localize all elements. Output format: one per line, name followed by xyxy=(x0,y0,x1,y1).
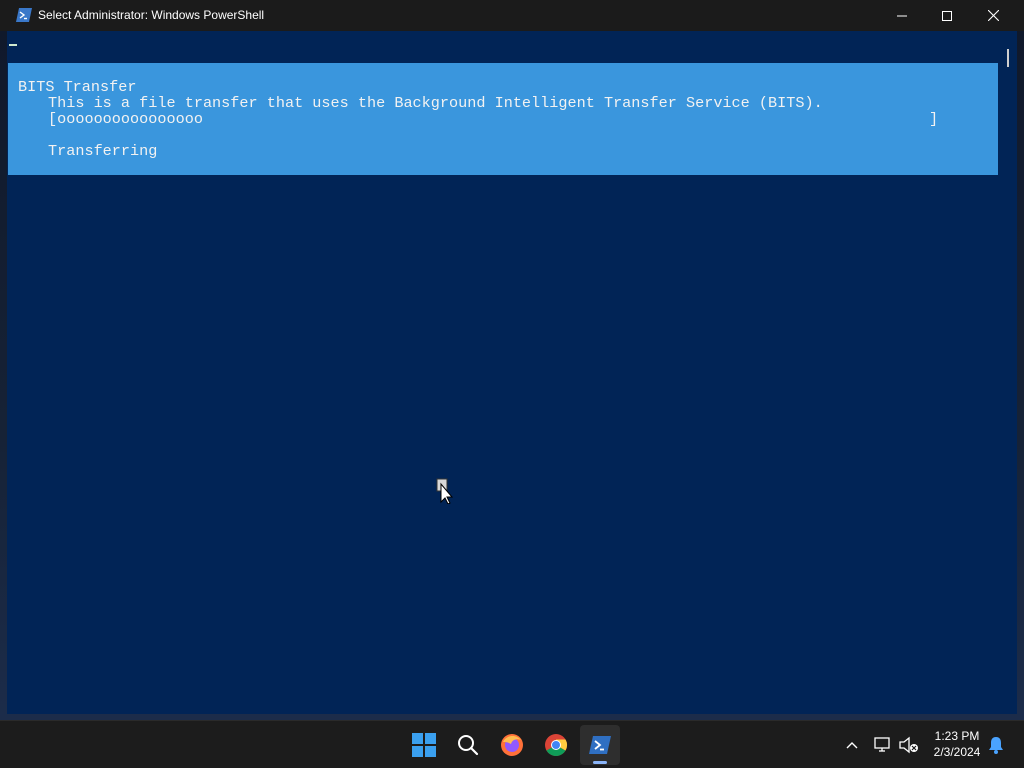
firefox-button[interactable] xyxy=(492,725,532,765)
progress-bar-text: [oooooooooooooooo xyxy=(48,110,203,128)
system-clock[interactable]: 1:23 PM 2/3/2024 xyxy=(924,728,990,760)
close-icon xyxy=(987,10,999,21)
bell-icon[interactable] xyxy=(986,735,1006,755)
search-button[interactable] xyxy=(448,725,488,765)
scrollbar-thumb[interactable] xyxy=(1007,49,1009,67)
network-icon[interactable] xyxy=(872,735,894,755)
search-icon xyxy=(458,735,479,756)
vertical-scrollbar[interactable] xyxy=(1003,31,1017,714)
mouse-pointer-icon xyxy=(436,478,454,504)
taskbar: 1:23 PM 2/3/2024 xyxy=(0,720,1024,768)
chrome-icon xyxy=(545,734,567,756)
chrome-button[interactable] xyxy=(536,725,576,765)
minimize-button[interactable] xyxy=(879,0,925,31)
progress-status: This is a file transfer that uses the Ba… xyxy=(48,94,823,112)
clock-date: 2/3/2024 xyxy=(933,745,981,759)
powershell-icon xyxy=(589,736,611,754)
active-app-indicator xyxy=(593,761,607,764)
console-area[interactable]: BITS Transfer This is a file transfer th… xyxy=(7,31,1001,714)
start-button[interactable] xyxy=(404,725,444,765)
progress-activity: BITS Transfer xyxy=(18,78,137,96)
progress-panel: BITS Transfer This is a file transfer th… xyxy=(8,63,998,175)
windows-logo-icon xyxy=(412,733,436,757)
powershell-icon xyxy=(16,8,32,22)
title-bar[interactable]: Select Administrator: Windows PowerShell xyxy=(0,0,1024,31)
progress-bar-end: ] xyxy=(929,110,939,128)
chevron-up-icon xyxy=(846,742,858,749)
show-hidden-icons-button[interactable] xyxy=(842,735,862,755)
maximize-button[interactable] xyxy=(924,0,970,31)
progress-operation: Transferring xyxy=(48,142,158,160)
close-button[interactable] xyxy=(970,0,1016,31)
firefox-icon xyxy=(501,734,523,756)
text-cursor xyxy=(9,44,17,46)
powershell-window[interactable]: Select Administrator: Windows PowerShell… xyxy=(0,0,1024,714)
maximize-icon xyxy=(942,10,952,21)
volume-muted-icon[interactable] xyxy=(898,735,920,755)
minimize-icon xyxy=(897,15,907,16)
powershell-button[interactable] xyxy=(580,725,620,765)
window-title: Select Administrator: Windows PowerShell xyxy=(38,8,265,22)
clock-time: 1:23 PM xyxy=(934,729,980,743)
